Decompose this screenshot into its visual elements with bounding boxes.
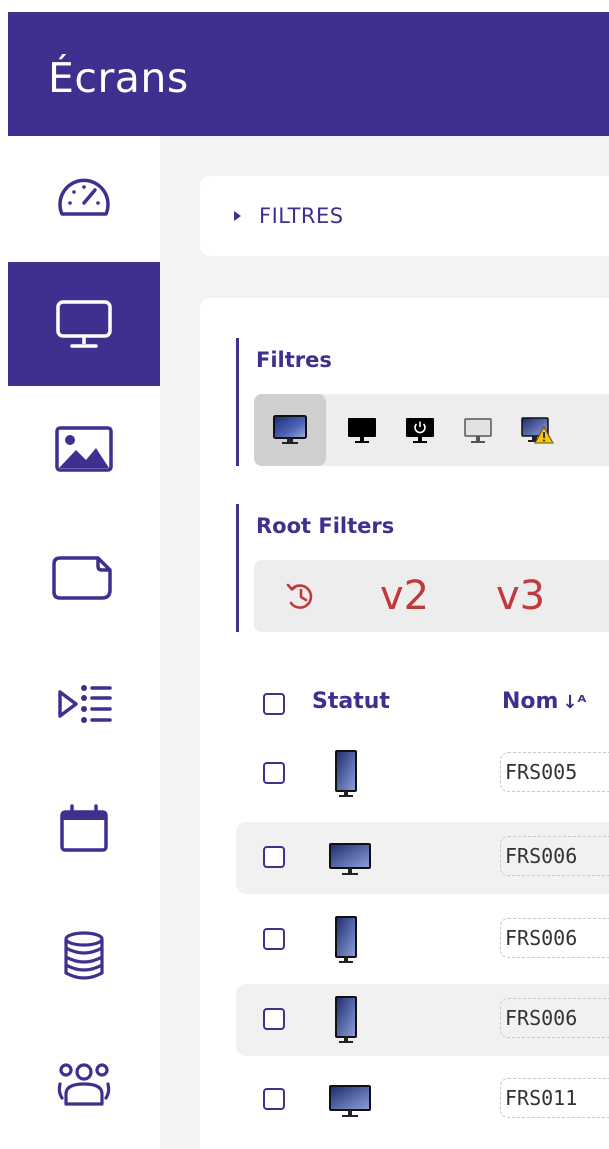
- dashboard-gauge-icon: [58, 178, 110, 216]
- screen-portrait-icon: [335, 996, 357, 1043]
- select-all-checkbox[interactable]: [263, 693, 285, 715]
- screen-black-icon: [348, 418, 376, 443]
- filters-toggle[interactable]: FILTRES: [200, 176, 609, 256]
- table-row[interactable]: FRS006: [236, 984, 609, 1056]
- screen-name-field[interactable]: FRS011: [500, 1078, 609, 1118]
- sidebar-item-data[interactable]: [8, 894, 160, 1018]
- sidebar-item-users[interactable]: [8, 1022, 160, 1146]
- chip-screen-warning[interactable]: [508, 394, 566, 466]
- root-filter-v3[interactable]: v3: [496, 560, 545, 632]
- sidebar-item-screens[interactable]: [8, 262, 160, 386]
- screen-name-field[interactable]: FRS005: [500, 752, 609, 792]
- row-checkbox[interactable]: [263, 1088, 285, 1110]
- sidebar-nav: [8, 136, 160, 1149]
- screen-warning-icon: [521, 417, 554, 444]
- table-row[interactable]: FRS011: [236, 1064, 609, 1136]
- table-row[interactable]: FRS006: [236, 904, 609, 976]
- row-checkbox[interactable]: [263, 762, 285, 784]
- screen-landscape-icon: [329, 1085, 371, 1117]
- screen-all-icon: [273, 415, 307, 444]
- app-header: Écrans: [8, 12, 609, 136]
- chip-powered-off[interactable]: [392, 394, 448, 466]
- column-header-name-label: Nom: [502, 689, 559, 714]
- playlist-icon: [58, 685, 112, 723]
- screen-name-field[interactable]: FRS006: [500, 836, 609, 876]
- image-icon: [55, 426, 113, 472]
- root-filters-title: Root Filters: [256, 514, 395, 538]
- database-icon: [64, 931, 104, 980]
- row-checkbox[interactable]: [263, 846, 285, 868]
- caret-right-icon: [234, 211, 241, 221]
- monitor-icon: [56, 300, 112, 348]
- column-header-name[interactable]: Nom ↓ᴬ: [502, 689, 586, 714]
- page-icon: [52, 556, 112, 600]
- sidebar-item-pages[interactable]: [8, 516, 160, 640]
- group-accent-bar: [236, 338, 239, 466]
- screen-name-field[interactable]: FRS006: [500, 998, 609, 1038]
- calendar-icon: [60, 804, 108, 852]
- root-filter-buttons: v2 v3: [254, 560, 609, 632]
- status-filter-chips: [254, 394, 609, 466]
- sort-az-icon: ↓ᴬ: [562, 692, 587, 713]
- screen-landscape-icon: [329, 843, 371, 875]
- chip-screen-off[interactable]: [450, 394, 506, 466]
- screen-power-icon: [406, 418, 434, 443]
- filters-toggle-label: FILTRES: [259, 204, 344, 228]
- root-filter-v2[interactable]: v2: [380, 560, 429, 632]
- chip-black-screen[interactable]: [334, 394, 390, 466]
- table-row[interactable]: FRS006: [236, 822, 609, 894]
- group-accent-bar: [236, 504, 239, 632]
- users-group-icon: [57, 1063, 111, 1106]
- sidebar-item-playlists[interactable]: [8, 642, 160, 766]
- screen-portrait-icon: [335, 916, 357, 963]
- row-checkbox[interactable]: [263, 1008, 285, 1030]
- column-header-status[interactable]: Statut: [312, 689, 390, 714]
- row-checkbox[interactable]: [263, 928, 285, 950]
- page-title: Écrans: [48, 54, 189, 102]
- root-filter-history[interactable]: [284, 560, 318, 632]
- sidebar-item-dashboard[interactable]: [8, 136, 160, 260]
- sidebar-item-schedule[interactable]: [8, 768, 160, 892]
- sidebar-item-media[interactable]: [8, 388, 160, 512]
- chip-all-screens[interactable]: [254, 394, 326, 466]
- screen-name-field[interactable]: FRS006: [500, 918, 609, 958]
- screen-off-icon: [464, 418, 492, 443]
- screen-portrait-icon: [335, 750, 357, 797]
- table-row[interactable]: FRS005: [236, 738, 609, 810]
- history-icon: [286, 583, 313, 609]
- filtres-group-title: Filtres: [256, 348, 332, 372]
